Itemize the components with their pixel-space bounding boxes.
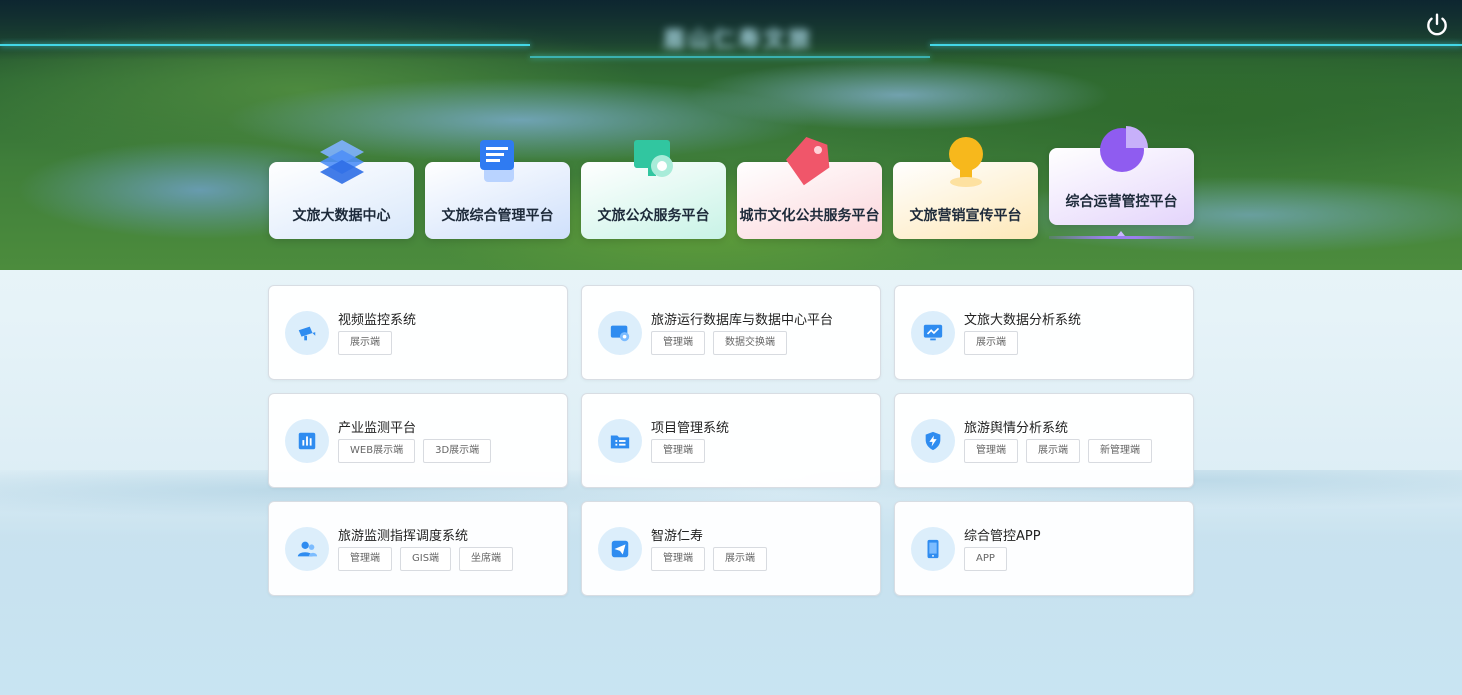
- bar-chart-icon: [298, 432, 316, 450]
- platform-tab-public-service[interactable]: 文旅公众服务平台: [581, 140, 726, 239]
- tag-admin[interactable]: 管理端: [651, 439, 705, 463]
- system-title: 产业监测平台: [338, 421, 417, 436]
- users-icon: [297, 541, 318, 557]
- header-banner: 眉山仁寿文旅 文旅大数据中心 文旅综合管理平台 文旅公众服务平台 城市文化公共服…: [0, 0, 1462, 270]
- tag-admin[interactable]: 管理端: [338, 547, 392, 571]
- tag-new-admin[interactable]: 新管理端: [1088, 439, 1152, 463]
- platform-tab-city-culture[interactable]: 城市文化公共服务平台: [737, 136, 882, 239]
- tag-admin[interactable]: 管理端: [651, 547, 705, 571]
- line-chart-monitor-icon: [923, 324, 943, 341]
- mobile-phone-icon: [927, 539, 939, 559]
- system-title: 视频监控系统: [338, 313, 417, 328]
- system-card-public-opinion[interactable]: 旅游舆情分析系统 管理端 展示端 新管理端: [894, 393, 1194, 488]
- system-title: 文旅大数据分析系统: [964, 313, 1082, 328]
- tag-app[interactable]: APP: [964, 547, 1007, 571]
- platform-label: 文旅大数据中心: [292, 208, 391, 224]
- system-card-tourism-database[interactable]: 旅游运行数据库与数据中心平台 管理端 数据交换端: [581, 285, 881, 380]
- trophy-icon: [948, 137, 983, 187]
- tag-display[interactable]: 展示端: [713, 547, 767, 571]
- page-title: 眉山仁寿文旅: [662, 28, 813, 53]
- pie-chart-icon: [1099, 126, 1148, 172]
- platform-label: 文旅综合管理平台: [441, 208, 554, 224]
- tag-gis[interactable]: GIS端: [400, 547, 452, 571]
- system-card-bigdata-analysis[interactable]: 文旅大数据分析系统 展示端: [894, 285, 1194, 380]
- tag-display[interactable]: 展示端: [1026, 439, 1080, 463]
- monitor-gear-icon: [633, 140, 673, 177]
- tag-admin[interactable]: 管理端: [651, 331, 705, 355]
- system-card-control-app[interactable]: 综合管控APP APP: [894, 501, 1194, 596]
- list-folder-icon: [610, 435, 630, 449]
- system-title: 智游仁寿: [651, 529, 704, 544]
- platform-label: 综合运营管控平台: [1065, 194, 1178, 210]
- platform-label: 文旅营销宣传平台: [909, 208, 1022, 224]
- database-screen-icon: [610, 325, 630, 342]
- platform-label: 文旅公众服务平台: [597, 208, 710, 224]
- platform-tab-data-center[interactable]: 文旅大数据中心: [269, 140, 414, 239]
- system-title: 旅游运行数据库与数据中心平台: [651, 313, 834, 328]
- tag-data-exchange[interactable]: 数据交换端: [713, 331, 787, 355]
- tag-admin[interactable]: 管理端: [964, 439, 1018, 463]
- layers-icon: [319, 140, 364, 184]
- system-card-industry-monitor[interactable]: 产业监测平台 WEB展示端 3D展示端: [268, 393, 568, 488]
- system-title: 旅游监测指挥调度系统: [338, 529, 469, 544]
- system-card-project-management[interactable]: 项目管理系统 管理端: [581, 393, 881, 488]
- tag-icon: [785, 136, 829, 186]
- platform-tabs: 文旅大数据中心 文旅综合管理平台 文旅公众服务平台 城市文化公共服务平台 文旅营…: [269, 126, 1194, 245]
- power-icon: [1427, 13, 1447, 36]
- tag-3d-display[interactable]: 3D展示端: [423, 439, 492, 463]
- system-card-video-monitor[interactable]: 视频监控系统 展示端: [268, 285, 568, 380]
- system-title: 项目管理系统: [651, 421, 730, 436]
- system-title: 综合管控APP: [964, 529, 1041, 544]
- video-camera-icon: [298, 326, 316, 341]
- system-title: 旅游舆情分析系统: [964, 421, 1069, 436]
- system-card-smart-tour[interactable]: 智游仁寿 管理端 展示端: [581, 501, 881, 596]
- system-card-command-dispatch[interactable]: 旅游监测指挥调度系统 管理端 GIS端 坐席端: [268, 501, 568, 596]
- document-icon: [479, 140, 514, 182]
- platform-tab-marketing[interactable]: 文旅营销宣传平台: [893, 137, 1038, 239]
- decor-line-left: [0, 44, 530, 46]
- paper-plane-icon: [611, 540, 629, 558]
- decor-line-right: [930, 44, 1462, 46]
- platform-label: 城市文化公共服务平台: [739, 208, 880, 224]
- tag-web-display[interactable]: WEB展示端: [338, 439, 416, 463]
- system-grid: 视频监控系统 展示端 旅游运行数据库与数据中心平台 管理端 数据交换端 文旅大数…: [268, 285, 1195, 596]
- tag-display[interactable]: 展示端: [338, 331, 392, 355]
- power-button[interactable]: [1424, 12, 1450, 38]
- tag-display[interactable]: 展示端: [964, 331, 1018, 355]
- platform-tab-management[interactable]: 文旅综合管理平台: [425, 140, 570, 239]
- shield-bolt-icon: [925, 431, 941, 451]
- active-tab-indicator: [1049, 231, 1194, 239]
- tag-seat[interactable]: 坐席端: [459, 547, 514, 571]
- platform-tab-operations[interactable]: 综合运营管控平台: [1049, 126, 1194, 225]
